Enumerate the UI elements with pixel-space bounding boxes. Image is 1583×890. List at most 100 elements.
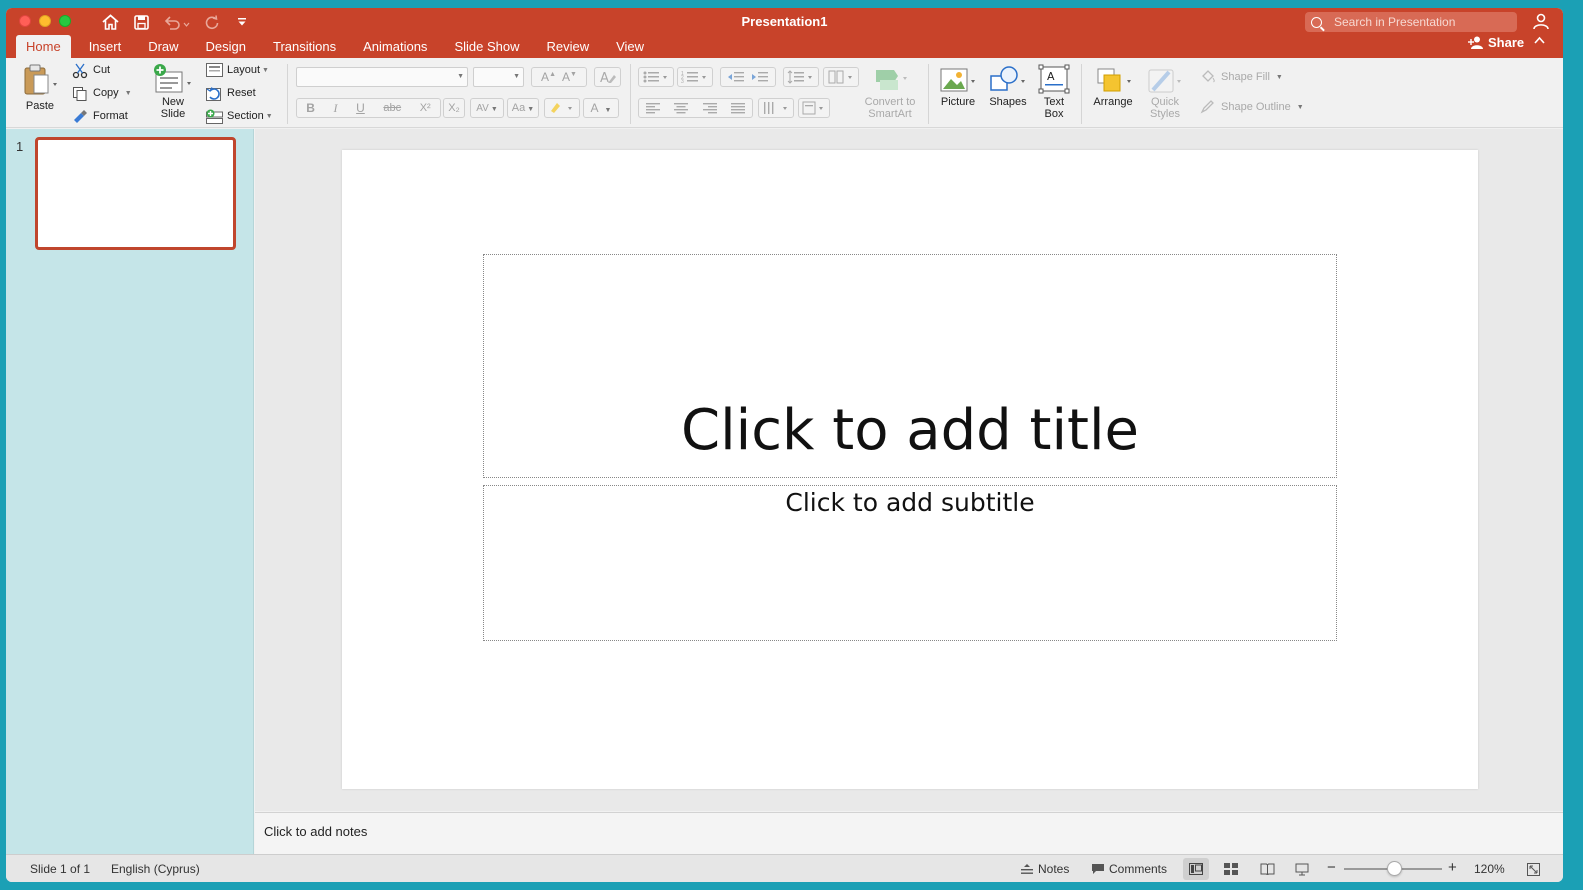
tab-slide-show[interactable]: Slide Show: [454, 35, 519, 58]
convert-smartart-button[interactable]: Convert to SmartArt: [859, 64, 921, 120]
font-name-dropdown[interactable]: ▼: [296, 67, 468, 87]
reset-button[interactable]: Reset: [206, 86, 256, 101]
decrease-font-icon[interactable]: A▼: [562, 70, 577, 84]
zoom-out-icon[interactable]: −: [1327, 859, 1336, 876]
comments-button[interactable]: Comments: [1091, 862, 1167, 876]
subtitle-placeholder[interactable]: Click to add subtitle: [483, 485, 1337, 641]
comments-label: Comments: [1109, 862, 1168, 876]
quick-styles-button[interactable]: Quick Styles: [1143, 64, 1187, 120]
shapes-icon: [990, 66, 1025, 91]
align-text-button[interactable]: [798, 98, 830, 118]
zoom-in-icon[interactable]: +: [1448, 859, 1457, 876]
shapes-button[interactable]: Shapes: [987, 64, 1029, 108]
clear-formatting-button[interactable]: A: [594, 67, 621, 87]
svg-text:A: A: [600, 71, 609, 85]
tab-home[interactable]: Home: [16, 35, 71, 58]
format-painter-button[interactable]: Format: [72, 109, 128, 123]
collapse-ribbon-icon[interactable]: [1534, 36, 1545, 44]
slide-sorter-button[interactable]: [1218, 858, 1244, 880]
tab-insert[interactable]: Insert: [89, 35, 122, 58]
underline-button[interactable]: U: [356, 101, 365, 115]
account-icon[interactable]: [1532, 12, 1550, 30]
font-size-grow-shrink[interactable]: A▲ A▼: [531, 67, 587, 87]
normal-view-button[interactable]: [1183, 858, 1209, 880]
paste-label: Paste: [25, 100, 55, 112]
share-button[interactable]: Share: [1468, 35, 1524, 50]
layout-button[interactable]: Layout ▼: [206, 63, 269, 77]
shape-outline-button[interactable]: Shape Outline ▼: [1200, 100, 1304, 114]
font-color-icon: A ▼: [590, 101, 612, 115]
bullets-icon: [643, 71, 667, 83]
subscript-label: X₂: [448, 102, 460, 114]
tab-review[interactable]: Review: [546, 35, 589, 58]
numbering-button[interactable]: 123: [677, 67, 713, 87]
increase-font-icon[interactable]: A▲: [541, 70, 556, 84]
columns-button[interactable]: [823, 67, 859, 87]
font-size-dropdown[interactable]: ▼: [473, 67, 524, 87]
align-right-icon[interactable]: [702, 102, 717, 114]
slide-show-button[interactable]: [1289, 858, 1315, 880]
tab-design[interactable]: Design: [206, 35, 246, 58]
ribbon: Paste Cut Copy ▼ Format New Slide Layout…: [6, 58, 1563, 128]
bold-button[interactable]: B: [306, 101, 315, 115]
cut-button[interactable]: Cut: [72, 63, 111, 79]
notes-toggle-button[interactable]: Notes: [1020, 862, 1069, 876]
zoom-level[interactable]: 120%: [1474, 862, 1505, 876]
section-label: Section: [227, 110, 264, 122]
reading-view-button[interactable]: [1254, 858, 1280, 880]
font-size-caret-icon: ▼: [513, 73, 520, 80]
new-slide-icon: [154, 64, 191, 93]
line-spacing-button[interactable]: [783, 67, 819, 87]
notes-pane[interactable]: Click to add notes: [255, 812, 1563, 854]
decrease-indent-icon[interactable]: [728, 71, 744, 83]
text-box-button[interactable]: A Text Box: [1038, 64, 1070, 120]
shape-outline-label: Shape Outline: [1221, 101, 1291, 113]
slide-thumbnail[interactable]: [35, 137, 236, 250]
slide-thumbnails-pane: 1: [6, 129, 254, 854]
line-spacing-icon: [787, 70, 812, 84]
tab-draw[interactable]: Draw: [148, 35, 178, 58]
shape-fill-button[interactable]: Shape Fill ▼: [1200, 70, 1283, 84]
tab-view[interactable]: View: [616, 35, 644, 58]
section-button[interactable]: Section ▼: [206, 109, 273, 124]
slide-canvas[interactable]: Click to add title Click to add subtitle: [342, 150, 1478, 789]
columns-icon: [828, 70, 852, 84]
title-placeholder-text: Click to add title: [681, 398, 1139, 463]
superscript-button[interactable]: X²: [420, 102, 431, 114]
numbering-icon: 123: [681, 71, 706, 84]
increase-indent-icon[interactable]: [752, 71, 768, 83]
fit-to-window-button[interactable]: [1520, 858, 1546, 880]
copy-button[interactable]: Copy ▼: [72, 86, 132, 101]
text-direction-button[interactable]: [758, 98, 794, 118]
cut-label: Cut: [93, 64, 111, 76]
italic-button[interactable]: I: [334, 101, 338, 116]
new-slide-button[interactable]: New Slide: [152, 62, 194, 120]
character-spacing-icon: AV ▼: [476, 102, 498, 114]
picture-button[interactable]: Picture: [937, 64, 979, 108]
change-case-icon: Aa ▼: [511, 102, 535, 114]
language-indicator[interactable]: English (Cyprus): [111, 862, 200, 876]
layout-dropdown-icon: ▼: [262, 66, 269, 74]
align-center-icon[interactable]: [674, 102, 689, 114]
paste-button[interactable]: Paste: [20, 62, 60, 112]
subscript-button[interactable]: X₂: [443, 98, 465, 118]
bullets-button[interactable]: [638, 67, 674, 87]
highlight-color-button[interactable]: [544, 98, 580, 118]
change-case-button[interactable]: Aa ▼: [507, 98, 539, 118]
arrange-button[interactable]: Arrange: [1090, 64, 1136, 108]
zoom-slider-handle[interactable]: [1387, 861, 1402, 876]
search-icon: [1311, 16, 1322, 28]
copy-dropdown-icon[interactable]: ▼: [125, 90, 132, 97]
strikethrough-button[interactable]: abc: [383, 102, 401, 114]
character-spacing-button[interactable]: AV ▼: [470, 98, 504, 118]
justify-icon[interactable]: [730, 102, 745, 114]
picture-icon: [940, 68, 975, 92]
tab-animations[interactable]: Animations: [363, 35, 427, 58]
ribbon-divider: [1081, 64, 1082, 124]
title-placeholder[interactable]: Click to add title: [483, 254, 1337, 478]
tab-transitions[interactable]: Transitions: [273, 35, 336, 58]
font-color-button[interactable]: A ▼: [583, 98, 619, 118]
search-box[interactable]: Search in Presentation: [1305, 12, 1517, 32]
notes-placeholder: Click to add notes: [264, 824, 368, 839]
align-left-icon[interactable]: [646, 102, 661, 114]
